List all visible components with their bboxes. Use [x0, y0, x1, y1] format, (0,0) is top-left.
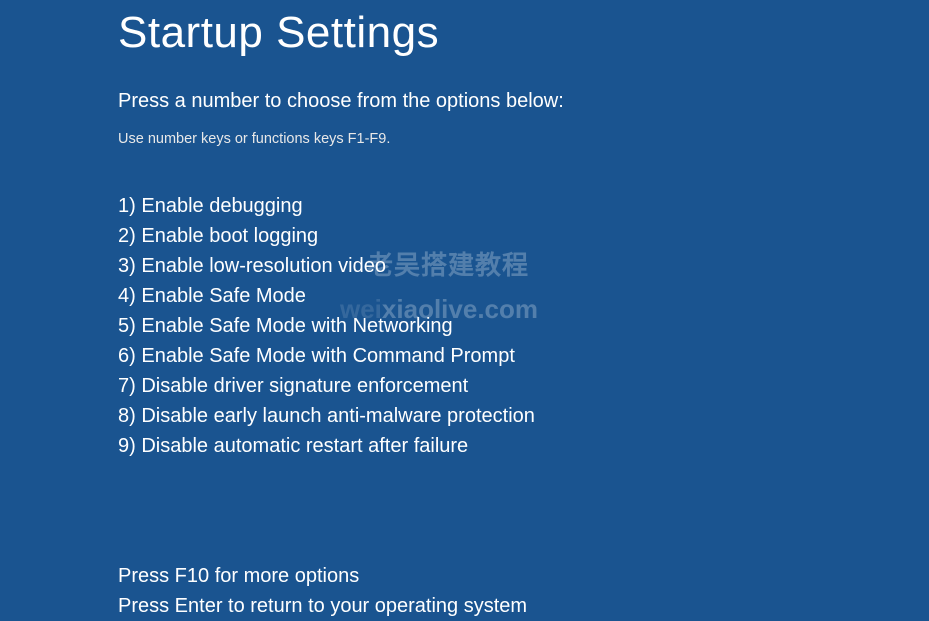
option-label: Enable Safe Mode with Networking [141, 315, 452, 337]
page-title: Startup Settings [118, 8, 929, 58]
option-2[interactable]: 2) Enable boot logging [118, 221, 929, 251]
option-label: Enable debugging [141, 195, 302, 217]
option-label: Enable boot logging [141, 225, 318, 247]
instruction-text: Press a number to choose from the option… [118, 90, 929, 113]
option-8[interactable]: 8) Disable early launch anti-malware pro… [118, 401, 929, 431]
startup-settings-screen: Startup Settings Press a number to choos… [0, 0, 929, 621]
option-label: Disable automatic restart after failure [141, 435, 468, 457]
option-4[interactable]: 4) Enable Safe Mode [118, 281, 929, 311]
option-5[interactable]: 5) Enable Safe Mode with Networking [118, 311, 929, 341]
option-6[interactable]: 6) Enable Safe Mode with Command Prompt [118, 341, 929, 371]
option-label: Enable Safe Mode with Command Prompt [141, 345, 515, 367]
more-options-hint: Press F10 for more options [118, 561, 929, 591]
option-number: 9) [118, 435, 136, 457]
options-list: 1) Enable debugging 2) Enable boot loggi… [118, 191, 929, 461]
option-3[interactable]: 3) Enable low-resolution video [118, 251, 929, 281]
option-label: Disable early launch anti-malware protec… [141, 405, 535, 427]
option-number: 6) [118, 345, 136, 367]
hint-text: Use number keys or functions keys F1-F9. [118, 131, 929, 147]
option-number: 1) [118, 195, 136, 217]
return-hint: Press Enter to return to your operating … [118, 591, 929, 621]
option-number: 7) [118, 375, 136, 397]
option-number: 5) [118, 315, 136, 337]
option-7[interactable]: 7) Disable driver signature enforcement [118, 371, 929, 401]
option-9[interactable]: 9) Disable automatic restart after failu… [118, 431, 929, 461]
option-number: 8) [118, 405, 136, 427]
option-number: 3) [118, 255, 136, 277]
option-label: Disable driver signature enforcement [141, 375, 468, 397]
option-1[interactable]: 1) Enable debugging [118, 191, 929, 221]
option-number: 4) [118, 285, 136, 307]
option-label: Enable Safe Mode [141, 285, 306, 307]
option-label: Enable low-resolution video [141, 255, 386, 277]
option-number: 2) [118, 225, 136, 247]
